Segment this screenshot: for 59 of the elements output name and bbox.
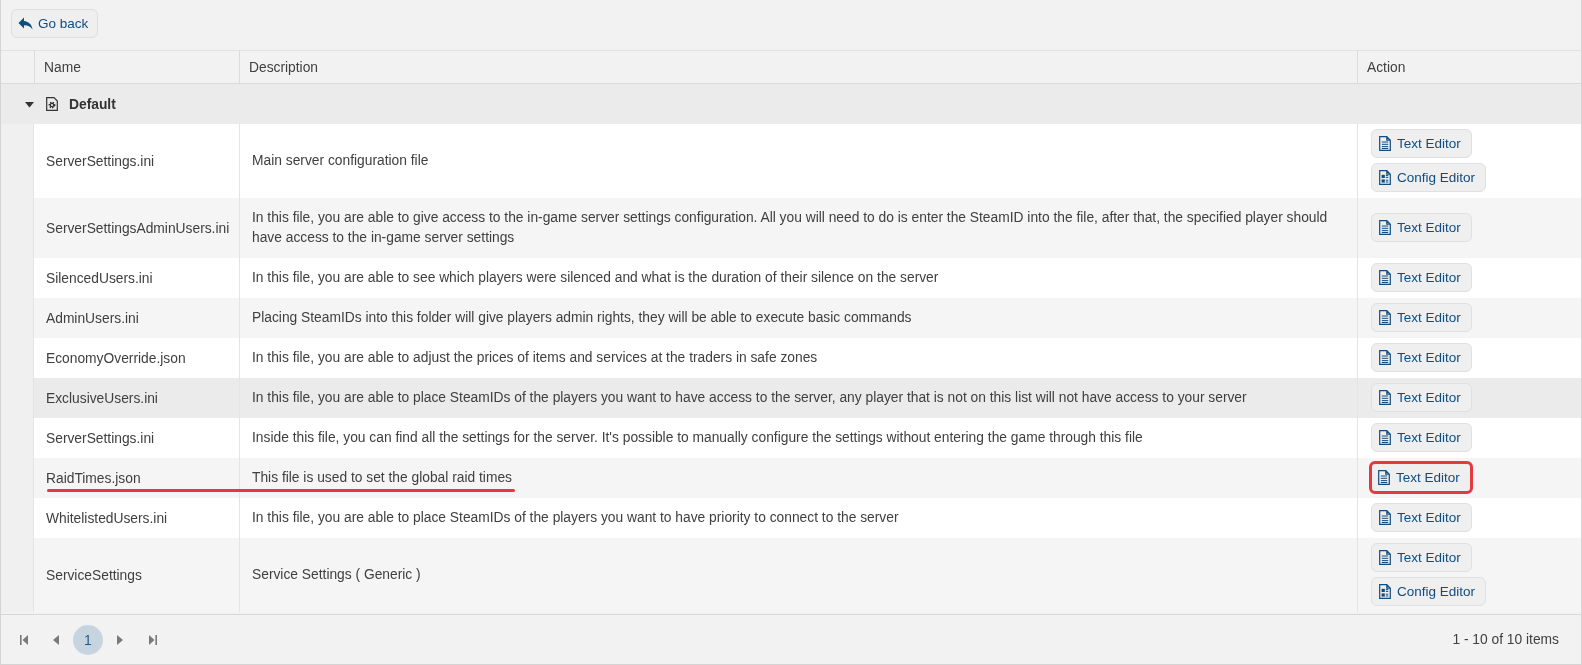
column-header: Action [1357,51,1581,83]
text-document-icon [1379,350,1391,365]
table-cell-text: Main server configuration file [252,152,429,170]
table-cell-text: SilencedUsers.ini [45,269,154,288]
table-cell-text: ExclusiveUsers.ini [45,389,159,408]
text-document-icon [1379,270,1391,285]
table-cell: This file is used to set the global raid times [252,468,512,488]
file-gear-icon [46,97,58,111]
table-cell-text: ServerSettingsAdminUsers.ini [45,219,231,238]
column-header: Name [34,51,239,83]
back-arrow-icon [18,17,33,30]
text-editor-button[interactable]: Text Editor [1371,423,1472,452]
text-editor-button[interactable]: Text Editor [1369,461,1473,494]
table-cell-text: WhitelistedUsers.ini [45,509,169,528]
column-header: Description [239,51,1357,83]
config-editor-button[interactable]: Config Editor [1371,577,1487,606]
last-page-icon [147,634,157,645]
group-title: Default [69,96,116,112]
table-cell-text: Inside this file, you can find all the settings for the server. It's possible to manually configure the settings without entering the game through this file [252,429,1143,447]
table-cell-text: RaidTimes.json [45,469,142,488]
text-editor-button[interactable]: Text Editor [1371,303,1472,332]
text-document-icon [1379,430,1391,445]
text-editor-button[interactable]: Text Editor [1371,129,1472,158]
form-document-icon [1379,170,1391,185]
next-page-icon [117,634,123,645]
text-document-icon [1379,550,1391,565]
text-document-icon [1379,220,1391,235]
table-cell-text: In this file, you are able to place SteamIDs of the players you want to have access to the server, any player that is not on this list will not have access to your server [252,389,1247,407]
text-document-icon [1378,470,1390,485]
text-editor-button[interactable]: Text Editor [1371,213,1472,242]
caret-icon[interactable] [25,99,34,109]
config-editor-button[interactable]: Config Editor [1371,163,1487,192]
text-document-icon [1379,390,1391,405]
table-cell-text: ServerSettings.ini [45,152,156,171]
table-cell-text: In this file, you are able to see which players were silenced and what is the duration of their silence on the server [252,269,939,287]
text-editor-button[interactable]: Text Editor [1371,383,1472,412]
form-document-icon [1379,584,1391,599]
text-document-icon [1379,310,1391,325]
group-row[interactable]: Default [1,84,1581,124]
previous-page-icon [53,634,59,645]
table-cell-text: In this file, you are able to adjust the prices of items and services at the traders in safe zones [252,349,818,367]
table-cell-text: ServerSettings.ini [45,429,156,448]
text-document-icon [1379,136,1391,151]
text-editor-button[interactable]: Text Editor [1371,543,1472,572]
table-cell-text: AdminUsers.ini [45,309,140,328]
text-document-icon [1379,510,1391,525]
page-button[interactable]: 1 [73,624,103,655]
text-editor-button[interactable]: Text Editor [1371,263,1472,292]
table-cell-text: In this file, you are able to place SteamIDs of the players you want to have priority to connect to the server [252,509,899,527]
table-cell-text: In this file, you are able to give access to the in-game server settings configuration. All you will need to do is enter the SteamID into the file, after that, the specified player should have access to the in-game server settings [252,209,1329,247]
table-cell-text: EconomyOverride.json [45,349,187,368]
table-cell-text: ServiceSettings [45,566,143,585]
text-editor-button[interactable]: Text Editor [1371,503,1472,532]
text-editor-button[interactable]: Text Editor [1371,343,1472,372]
pager-summary: 1 - 10 of 10 items [1452,632,1559,647]
table-cell-text: Placing SteamIDs into this folder will give players admin rights, they will be able to execute basic commands [252,309,912,327]
table-cell-text: Service Settings ( Generic ) [252,566,421,584]
first-page-icon [19,634,29,645]
back-button[interactable]: Go back [11,9,99,38]
